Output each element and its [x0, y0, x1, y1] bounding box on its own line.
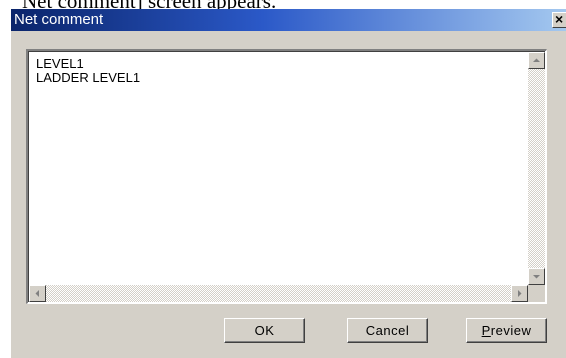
vertical-scrollbar[interactable]: [528, 52, 545, 285]
close-icon: ×: [555, 11, 564, 27]
comment-text-area[interactable]: LEVEL1 LADDER LEVEL1: [36, 57, 516, 277]
close-button[interactable]: ×: [552, 11, 566, 28]
scroll-left-button[interactable]: [29, 285, 46, 302]
scroll-right-arrow-icon: [518, 290, 522, 297]
scroll-up-arrow-icon: [533, 58, 540, 62]
scroll-down-button[interactable]: [528, 268, 545, 285]
cancel-button[interactable]: Cancel: [347, 318, 428, 343]
ok-button-label: OK: [254, 323, 275, 338]
scroll-right-button[interactable]: [511, 285, 528, 302]
cancel-button-label: Cancel: [365, 323, 410, 338]
window-title: Net comment: [14, 11, 104, 28]
scroll-down-arrow-icon: [533, 275, 540, 279]
preview-button-label: Preview: [482, 323, 532, 338]
preview-mnemonic: P: [481, 323, 491, 338]
comment-line-2: LADDER LEVEL1: [36, 70, 141, 85]
scroll-left-arrow-icon: [35, 290, 39, 297]
horizontal-scrollbar[interactable]: [29, 285, 528, 302]
comment-line-1: LEVEL1: [36, 56, 84, 71]
preview-label-rest: review: [490, 323, 532, 338]
preview-button[interactable]: Preview: [466, 318, 547, 343]
ok-button[interactable]: OK: [224, 318, 305, 343]
comment-edit-box[interactable]: LEVEL1 LADDER LEVEL1: [26, 49, 547, 304]
scroll-up-button[interactable]: [528, 52, 545, 69]
scrollbar-corner: [528, 285, 545, 302]
net-comment-dialog: Net comment × LEVEL1 LADDER LEVEL1 OK Ca…: [11, 9, 566, 358]
title-bar[interactable]: Net comment ×: [11, 9, 566, 31]
